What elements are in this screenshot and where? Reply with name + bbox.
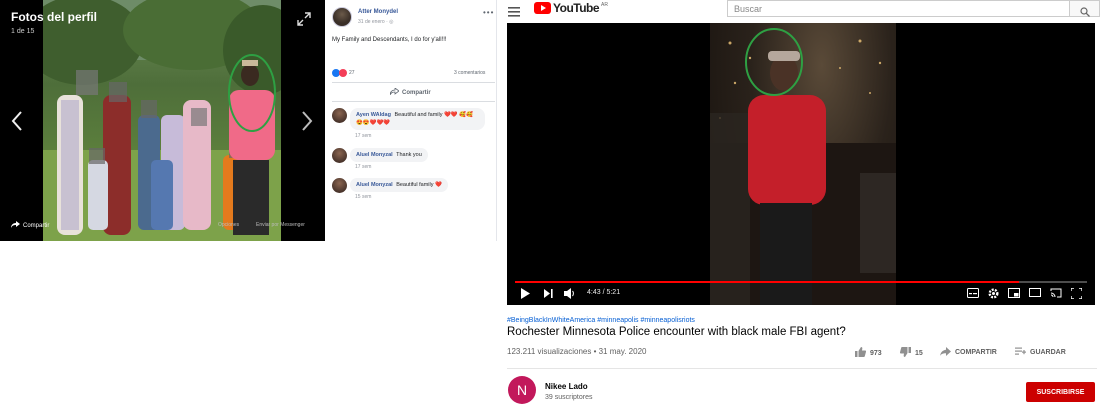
divider [507,368,1097,369]
fullscreen-icon[interactable] [1070,287,1083,301]
post-date[interactable]: 31 de enero · ◎ [358,19,394,25]
next-icon[interactable] [544,288,553,301]
volume-icon[interactable] [564,288,576,301]
dislike-button[interactable]: 15 [899,347,923,359]
commenter-name[interactable]: Aluel Monyzal [356,152,393,158]
dislike-count: 15 [915,349,923,357]
viewer-share-button[interactable]: Compartir [11,221,49,230]
viewer-share-label: Compartir [23,222,50,229]
video-frame-illustration [710,28,896,305]
video-frame [710,23,896,305]
arrow-left-icon[interactable] [10,110,24,132]
comment-bubble: Aluel Monyzal Thank you [350,148,428,162]
comment-time[interactable]: 17 sem [355,164,371,170]
post-share-label: Compartir [402,89,431,96]
youtube-play-icon [534,2,551,14]
miniplayer-icon[interactable] [1008,288,1020,300]
comment-bubble: Aluel Monyzal Beautiful family ❤️ [350,178,448,192]
cast-icon[interactable] [1050,288,1062,300]
thumbs-up-icon [855,347,867,359]
expand-icon[interactable] [297,12,311,26]
facebook-photo-viewer: Fotos del perfil 1 de 15 Compartir Opcio… [0,0,325,241]
channel-avatar[interactable]: N [508,376,536,404]
search-button[interactable] [1069,0,1100,17]
share-button[interactable]: COMPARTIR [940,347,997,358]
love-reaction-icon [339,69,347,77]
comment-text: Beautiful family ❤️ [396,182,442,188]
progress-fill [515,281,1019,283]
video-player[interactable]: 4:43 / 5:21 [507,23,1095,305]
family-photo-illustration [43,0,281,241]
reactions-count: 27 [349,70,355,76]
time-display: 4:43 / 5:21 [587,289,621,296]
comments-count[interactable]: 3 comentarios [454,70,485,76]
divider [332,82,495,83]
youtube-page: YouTube AR Buscar 4:43 / 5:21 #BeingBlac… [497,0,1100,413]
commenter-name[interactable]: Aluel Monyzal [356,182,393,188]
author-name[interactable]: Atter Monydel [358,9,398,15]
save-button[interactable]: GUARDAR [1015,347,1066,358]
search-icon [1080,4,1090,22]
views-and-date: 123.211 visualizaciones • 31 may. 2020 [507,347,647,356]
subscribe-button[interactable]: SUSCRIBIRSE [1026,382,1095,402]
video-hashtags[interactable]: #BeingBlackInWhiteAmerica #minneapolis #… [507,317,695,324]
country-code: AR [601,2,608,8]
comment-item: Aluel Monyzal Beautiful family ❤️ [332,178,492,194]
reactions-summary[interactable]: 27 [332,69,355,77]
like-count: 973 [870,349,882,357]
channel-name[interactable]: Nikee Lado [545,382,588,391]
share-arrow-icon [940,347,951,358]
arrow-right-icon[interactable] [300,110,314,132]
screenshot-composite: Fotos del perfil 1 de 15 Compartir Opcio… [0,0,1100,413]
share-icon [389,87,400,97]
comment-time[interactable]: 15 sem [355,194,371,200]
more-options-icon[interactable]: ••• [483,8,494,17]
comment-bubble: Ayen WAldag Beautiful and family ❤️❤️ 🥰🥰… [350,108,485,130]
share-icon [11,221,20,230]
hamburger-menu-icon[interactable] [508,4,520,17]
commenter-avatar[interactable] [332,148,347,163]
share-label: COMPARTIR [955,349,997,356]
subtitles-icon[interactable] [967,288,979,300]
viewer-title: Fotos del perfil [11,10,98,24]
playlist-add-icon [1015,347,1026,358]
subscriber-count: 39 suscriptores [545,394,593,401]
settings-gear-icon[interactable] [988,288,999,301]
search-input[interactable]: Buscar [727,0,1069,17]
commenter-avatar[interactable] [332,178,347,193]
comment-text: Thank you [396,152,422,158]
commenter-name[interactable]: Ayen WAldag [356,112,391,118]
theater-mode-icon[interactable] [1029,288,1041,299]
player-controls: 4:43 / 5:21 [507,286,1095,304]
send-messenger-link[interactable]: Enviar por Messenger [256,222,305,228]
photo-counter: 1 de 15 [11,28,35,35]
commenter-avatar[interactable] [332,108,347,123]
author-avatar[interactable] [332,7,352,27]
comment-time[interactable]: 17 sem [355,133,371,139]
comment-item: Aluel Monyzal Thank you [332,148,492,164]
post-text: My Family and Descendants, I do for y'al… [332,37,447,43]
facebook-post-panel: Atter Monydel 31 de enero · ◎ ••• My Fam… [325,0,497,241]
save-label: GUARDAR [1030,349,1066,356]
thumbs-down-icon [899,347,911,359]
youtube-wordmark: YouTube [553,1,600,15]
post-share-button[interactable]: Compartir [389,87,431,97]
viewer-options-link[interactable]: Opciones [218,222,239,228]
divider [332,101,495,102]
family-photo [43,0,281,241]
video-title: Rochester Minnesota Police encounter wit… [507,326,846,338]
play-icon[interactable] [521,288,530,301]
like-button[interactable]: 973 [855,347,882,359]
youtube-logo[interactable]: YouTube AR [534,1,608,15]
